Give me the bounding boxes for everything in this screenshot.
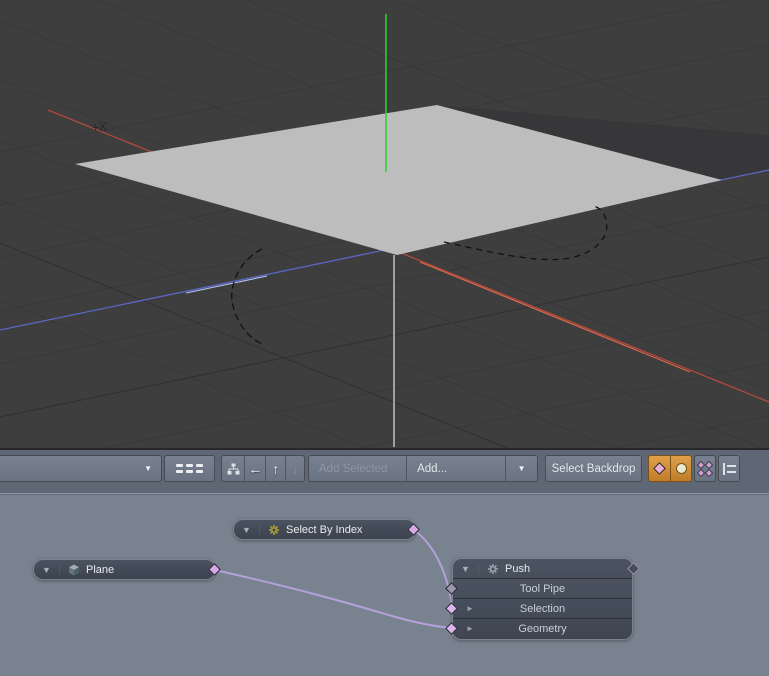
nav-back-button[interactable]: ← [245, 456, 266, 481]
row-label: Selection [520, 603, 565, 615]
3d-viewport[interactable]: +X [0, 0, 769, 449]
show-thumbnails-toggle[interactable] [670, 455, 692, 482]
node-title: Plane [86, 564, 114, 576]
expand-arrow-icon[interactable]: ► [466, 624, 474, 633]
show-backdrop-toggle[interactable] [718, 455, 740, 482]
wire-plane-to-push-geometry[interactable] [215, 570, 452, 628]
diamond-toggle-icon [653, 462, 666, 475]
four-diamonds-icon [698, 462, 712, 476]
tree-icon [227, 463, 240, 475]
show-connectors-toggle[interactable] [648, 455, 670, 482]
row-label: Geometry [518, 623, 566, 635]
node-select-by-index[interactable]: ▼ Select By Index [233, 519, 416, 540]
add-label: Add... [417, 463, 447, 475]
app-window: +X ▼ ← ↑ [0, 0, 769, 676]
wire-selectbyindex-to-push-selection[interactable] [414, 530, 452, 607]
circle-toggle-icon [676, 463, 687, 474]
expand-arrow-icon[interactable]: ► [466, 604, 474, 613]
hierarchy-nav-group: ← ↑ ↓ [221, 455, 305, 482]
node-push[interactable]: ▼ Push Tool Pipe [452, 558, 633, 640]
add-button[interactable]: Add... [407, 456, 506, 481]
node-title: Select By Index [286, 524, 362, 536]
collapse-arrow-icon[interactable]: ▼ [453, 564, 479, 574]
tree-view-button[interactable] [222, 456, 245, 481]
add-selected-label: Add Selected [319, 463, 387, 475]
layout-grid-button[interactable] [164, 455, 215, 482]
preset-combo[interactable]: ▼ [0, 455, 162, 482]
collapse-arrow-icon[interactable]: ▼ [34, 565, 60, 575]
push-row-selection: ► Selection [453, 598, 632, 618]
backdrop-lines-icon [723, 463, 736, 475]
mesh-item-icon [68, 564, 80, 576]
show-channels-toggle[interactable] [694, 455, 716, 482]
arrow-up-icon: ↑ [272, 461, 279, 477]
push-row-geometry: ► Geometry [453, 618, 632, 638]
schematic-toolbar: ▼ ← ↑ ↓ [0, 448, 769, 493]
grid-layout-icon [176, 464, 203, 473]
schematic-node-view[interactable]: ▼ Select By Index [0, 493, 769, 676]
chevron-down-icon: ▼ [518, 465, 526, 473]
axis-label-x: +X [92, 120, 107, 134]
collapse-arrow-icon[interactable]: ▼ [234, 525, 260, 535]
add-dropdown-button[interactable]: ▼ [506, 456, 537, 481]
row-label: Tool Pipe [520, 583, 565, 595]
select-backdrop-button[interactable]: Select Backdrop [545, 455, 642, 482]
nav-down-button[interactable]: ↓ [286, 456, 304, 481]
select-backdrop-label: Select Backdrop [552, 463, 636, 475]
node-plane[interactable]: ▼ Plane [33, 559, 216, 580]
arrow-left-icon: ← [248, 461, 262, 477]
add-selected-button[interactable]: Add Selected [309, 456, 407, 481]
gear-icon [268, 524, 280, 536]
node-title: Push [505, 563, 530, 575]
push-row-tool-pipe: Tool Pipe [453, 578, 632, 598]
arrow-down-icon: ↓ [292, 461, 299, 477]
gear-icon [487, 563, 499, 575]
add-button-group: Add Selected Add... ▼ [308, 455, 538, 482]
nav-up-button[interactable]: ↑ [266, 456, 287, 481]
chevron-down-icon: ▼ [144, 465, 152, 473]
display-toggle-group [648, 455, 740, 482]
